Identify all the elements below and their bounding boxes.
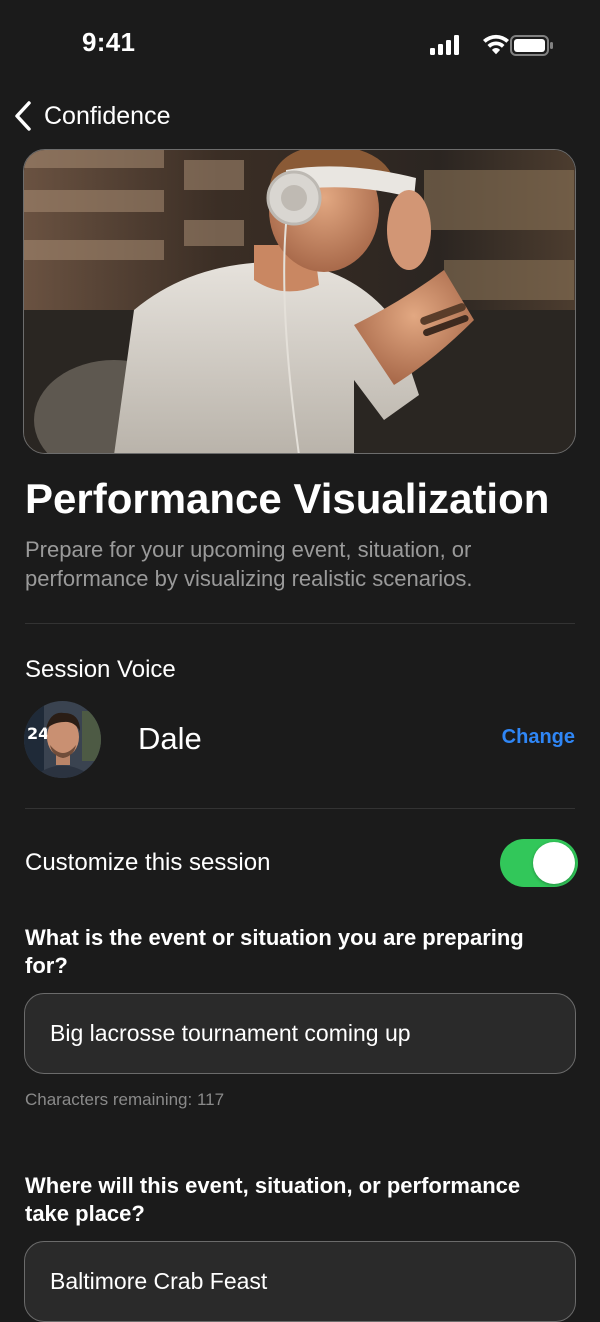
event-input[interactable]: Big lacrosse tournament coming up	[24, 993, 576, 1074]
location-question-label: Where will this event, situation, or per…	[25, 1173, 521, 1226]
voice-name: Dale	[138, 721, 202, 756]
characters-remaining: Characters remaining: 117	[25, 1090, 225, 1109]
back-button[interactable]: Confidence	[12, 96, 170, 136]
cellular-signal-icon	[430, 35, 459, 55]
wifi-icon	[483, 34, 509, 55]
event-question-label: What is the event or situation you are p…	[25, 925, 524, 978]
session-voice-label: Session Voice	[25, 656, 176, 683]
status-bar: 9:41	[0, 0, 600, 90]
svg-text:24: 24	[27, 724, 49, 743]
change-voice-button[interactable]: Change	[502, 726, 575, 749]
divider	[25, 623, 575, 624]
status-icons	[430, 34, 553, 56]
back-label: Confidence	[44, 101, 171, 130]
athlete-photo	[24, 150, 575, 453]
location-input-value: Baltimore Crab Feast	[50, 1268, 268, 1294]
status-time: 9:41	[82, 27, 136, 57]
event-input-value: Big lacrosse tournament coming up	[50, 1020, 411, 1046]
chevron-left-icon	[15, 101, 31, 131]
hero-image	[23, 149, 576, 454]
page-title: Performance Visualization	[25, 475, 550, 522]
location-input[interactable]: Baltimore Crab Feast	[24, 1241, 576, 1322]
battery-icon	[510, 35, 553, 56]
page-subtitle: Prepare for your upcoming event, situati…	[25, 537, 473, 591]
customize-session-label: Customize this session	[25, 849, 271, 876]
voice-avatar: 24	[24, 701, 101, 778]
toggle-knob	[533, 842, 575, 884]
voice-avatar-image: 24	[24, 701, 101, 778]
customize-session-toggle[interactable]	[500, 839, 578, 887]
divider	[25, 808, 575, 809]
